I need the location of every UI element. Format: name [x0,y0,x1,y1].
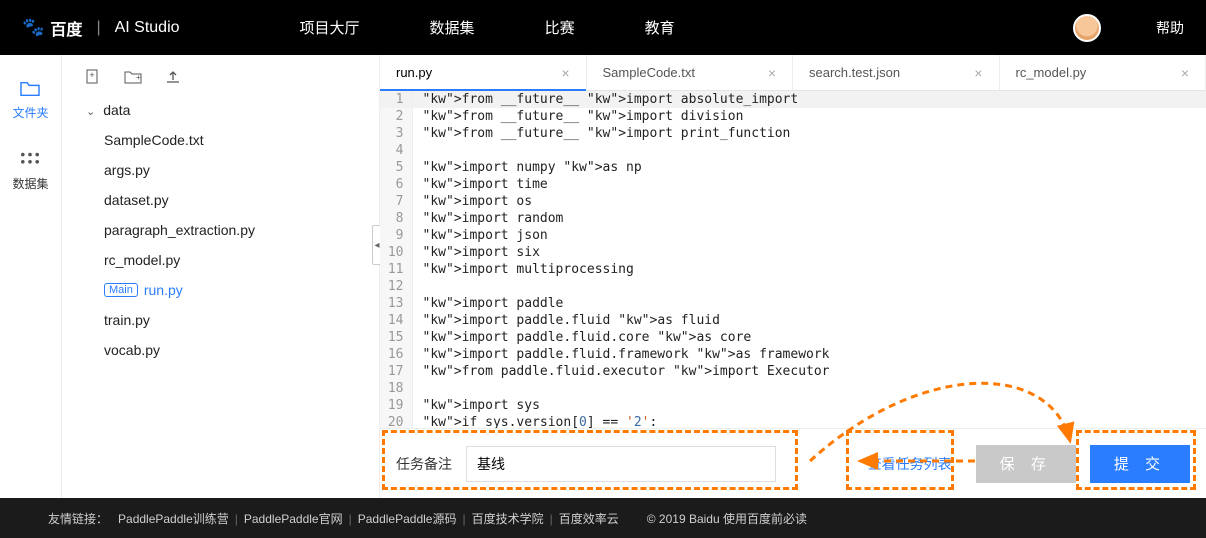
main-badge: Main [104,283,138,297]
footer-link[interactable]: 百度效率云 [559,512,619,526]
nav-datasets[interactable]: 数据集 [430,17,475,38]
tree-file-rc_model-py[interactable]: rc_model.py [78,245,379,275]
code-line[interactable]: "kw">from __future__ "kw">import print_f… [412,125,1206,142]
task-remark-input[interactable] [466,446,776,482]
editor-tabs: run.py×SampleCode.txt×search.test.json×r… [380,55,1206,91]
brand-en: AI Studio [115,19,180,37]
footer-link[interactable]: PaddlePaddle源码 [358,512,457,526]
code-line[interactable]: "kw">if sys.version[0] == '2': [412,414,1206,428]
footer-link[interactable]: 百度技术学院 [472,512,544,526]
footer: 友情链接： PaddlePaddle训练营|PaddlePaddle官网|Pad… [0,498,1206,538]
file-panel: + + data SampleCode.txtargs.pydataset.py… [62,55,380,498]
code-line[interactable]: "kw">import paddle.fluid.framework "kw">… [412,346,1206,363]
nav-competition[interactable]: 比赛 [545,17,575,38]
brand-cn: 百度 [50,16,82,40]
rail-datasets-label: 数据集 [12,175,48,192]
code-line[interactable]: "kw">import paddle.fluid.core "kw">as co… [412,329,1206,346]
top-nav: 🐾 百度 | AI Studio 项目大厅 数据集 比赛 教育 帮助 [0,0,1206,55]
new-file-icon[interactable]: + [84,69,102,85]
submit-button[interactable]: 提 交 [1090,445,1190,483]
view-task-list-link[interactable]: 查看任务列表 [858,454,962,474]
rail-files-label: 文件夹 [12,104,48,121]
tab-SampleCode-txt[interactable]: SampleCode.txt× [587,55,794,90]
svg-text:+: + [136,73,141,82]
tree-file-dataset-py[interactable]: dataset.py [78,185,379,215]
upload-icon[interactable] [164,69,182,85]
action-bar: 任务备注 查看任务列表 保 存 提 交 [380,428,1206,498]
tab-close-icon[interactable]: × [768,65,776,81]
code-line[interactable]: "kw">import json [412,227,1206,244]
logo[interactable]: 🐾 百度 | AI Studio [22,16,180,40]
code-line[interactable] [412,380,1206,397]
code-line[interactable]: "kw">import paddle.fluid "kw">as fluid [412,312,1206,329]
tab-search-test-json[interactable]: search.test.json× [793,55,1000,90]
avatar[interactable] [1073,14,1101,42]
workspace: 文件夹 数据集 + + data SampleCode.txtargs.pyda… [0,55,1206,498]
code-line[interactable]: "kw">import random [412,210,1206,227]
main-nav: 项目大厅 数据集 比赛 教育 [300,17,675,38]
folder-icon [19,80,41,98]
tree-file-paragraph_extraction-py[interactable]: paragraph_extraction.py [78,215,379,245]
rail-datasets[interactable]: 数据集 [12,151,48,192]
nav-education[interactable]: 教育 [645,17,675,38]
file-toolbar: + + [62,65,379,95]
help-link[interactable]: 帮助 [1156,18,1184,38]
code-line[interactable]: "kw">import multiprocessing [412,261,1206,278]
svg-text:+: + [89,70,94,80]
code-line[interactable]: "kw">from __future__ "kw">import divisio… [412,108,1206,125]
footer-copyright: © 2019 Baidu 使用百度前必读 [647,510,807,527]
code-line[interactable] [412,278,1206,295]
code-line[interactable]: "kw">from __future__ "kw">import absolut… [412,91,1206,108]
save-button[interactable]: 保 存 [976,445,1076,483]
tab-rc_model-py[interactable]: rc_model.py× [1000,55,1206,90]
footer-link[interactable]: PaddlePaddle训练营 [118,512,229,526]
tab-run-py[interactable]: run.py× [380,55,587,90]
footer-lead: 友情链接： [48,510,108,527]
code-line[interactable]: "kw">import sys [412,397,1206,414]
footer-link[interactable]: PaddlePaddle官网 [244,512,343,526]
tree-file-vocab-py[interactable]: vocab.py [78,335,379,365]
nav-lobby[interactable]: 项目大厅 [300,17,360,38]
code-line[interactable] [412,142,1206,159]
rail-files[interactable]: 文件夹 [12,80,48,121]
code-line[interactable]: "kw">import six [412,244,1206,261]
brand-separator: | [96,19,100,37]
tab-close-icon[interactable]: × [974,65,982,81]
code-editor[interactable]: 1"kw">from __future__ "kw">import absolu… [380,91,1206,428]
file-tree: data SampleCode.txtargs.pydataset.pypara… [62,95,379,365]
tree-file-SampleCode-txt[interactable]: SampleCode.txt [78,125,379,155]
tab-close-icon[interactable]: × [561,65,569,81]
tab-close-icon[interactable]: × [1181,65,1189,81]
tree-file-args-py[interactable]: args.py [78,155,379,185]
editor-area: ◂ run.py×SampleCode.txt×search.test.json… [380,55,1206,498]
code-line[interactable]: "kw">import os [412,193,1206,210]
baidu-paw-icon: 🐾 [22,17,44,38]
new-folder-icon[interactable]: + [124,69,142,85]
task-remark-label: 任务备注 [396,454,452,474]
code-line[interactable]: "kw">from paddle.fluid.executor "kw">imp… [412,363,1206,380]
code-line[interactable]: "kw">import numpy "kw">as np [412,159,1206,176]
tree-folder-data[interactable]: data [78,95,379,125]
tree-file-train-py[interactable]: train.py [78,305,379,335]
tree-file-run-py[interactable]: Mainrun.py [78,275,379,305]
code-line[interactable]: "kw">import time [412,176,1206,193]
dataset-icon [19,151,41,169]
left-rail: 文件夹 数据集 [0,55,62,498]
code-line[interactable]: "kw">import paddle [412,295,1206,312]
